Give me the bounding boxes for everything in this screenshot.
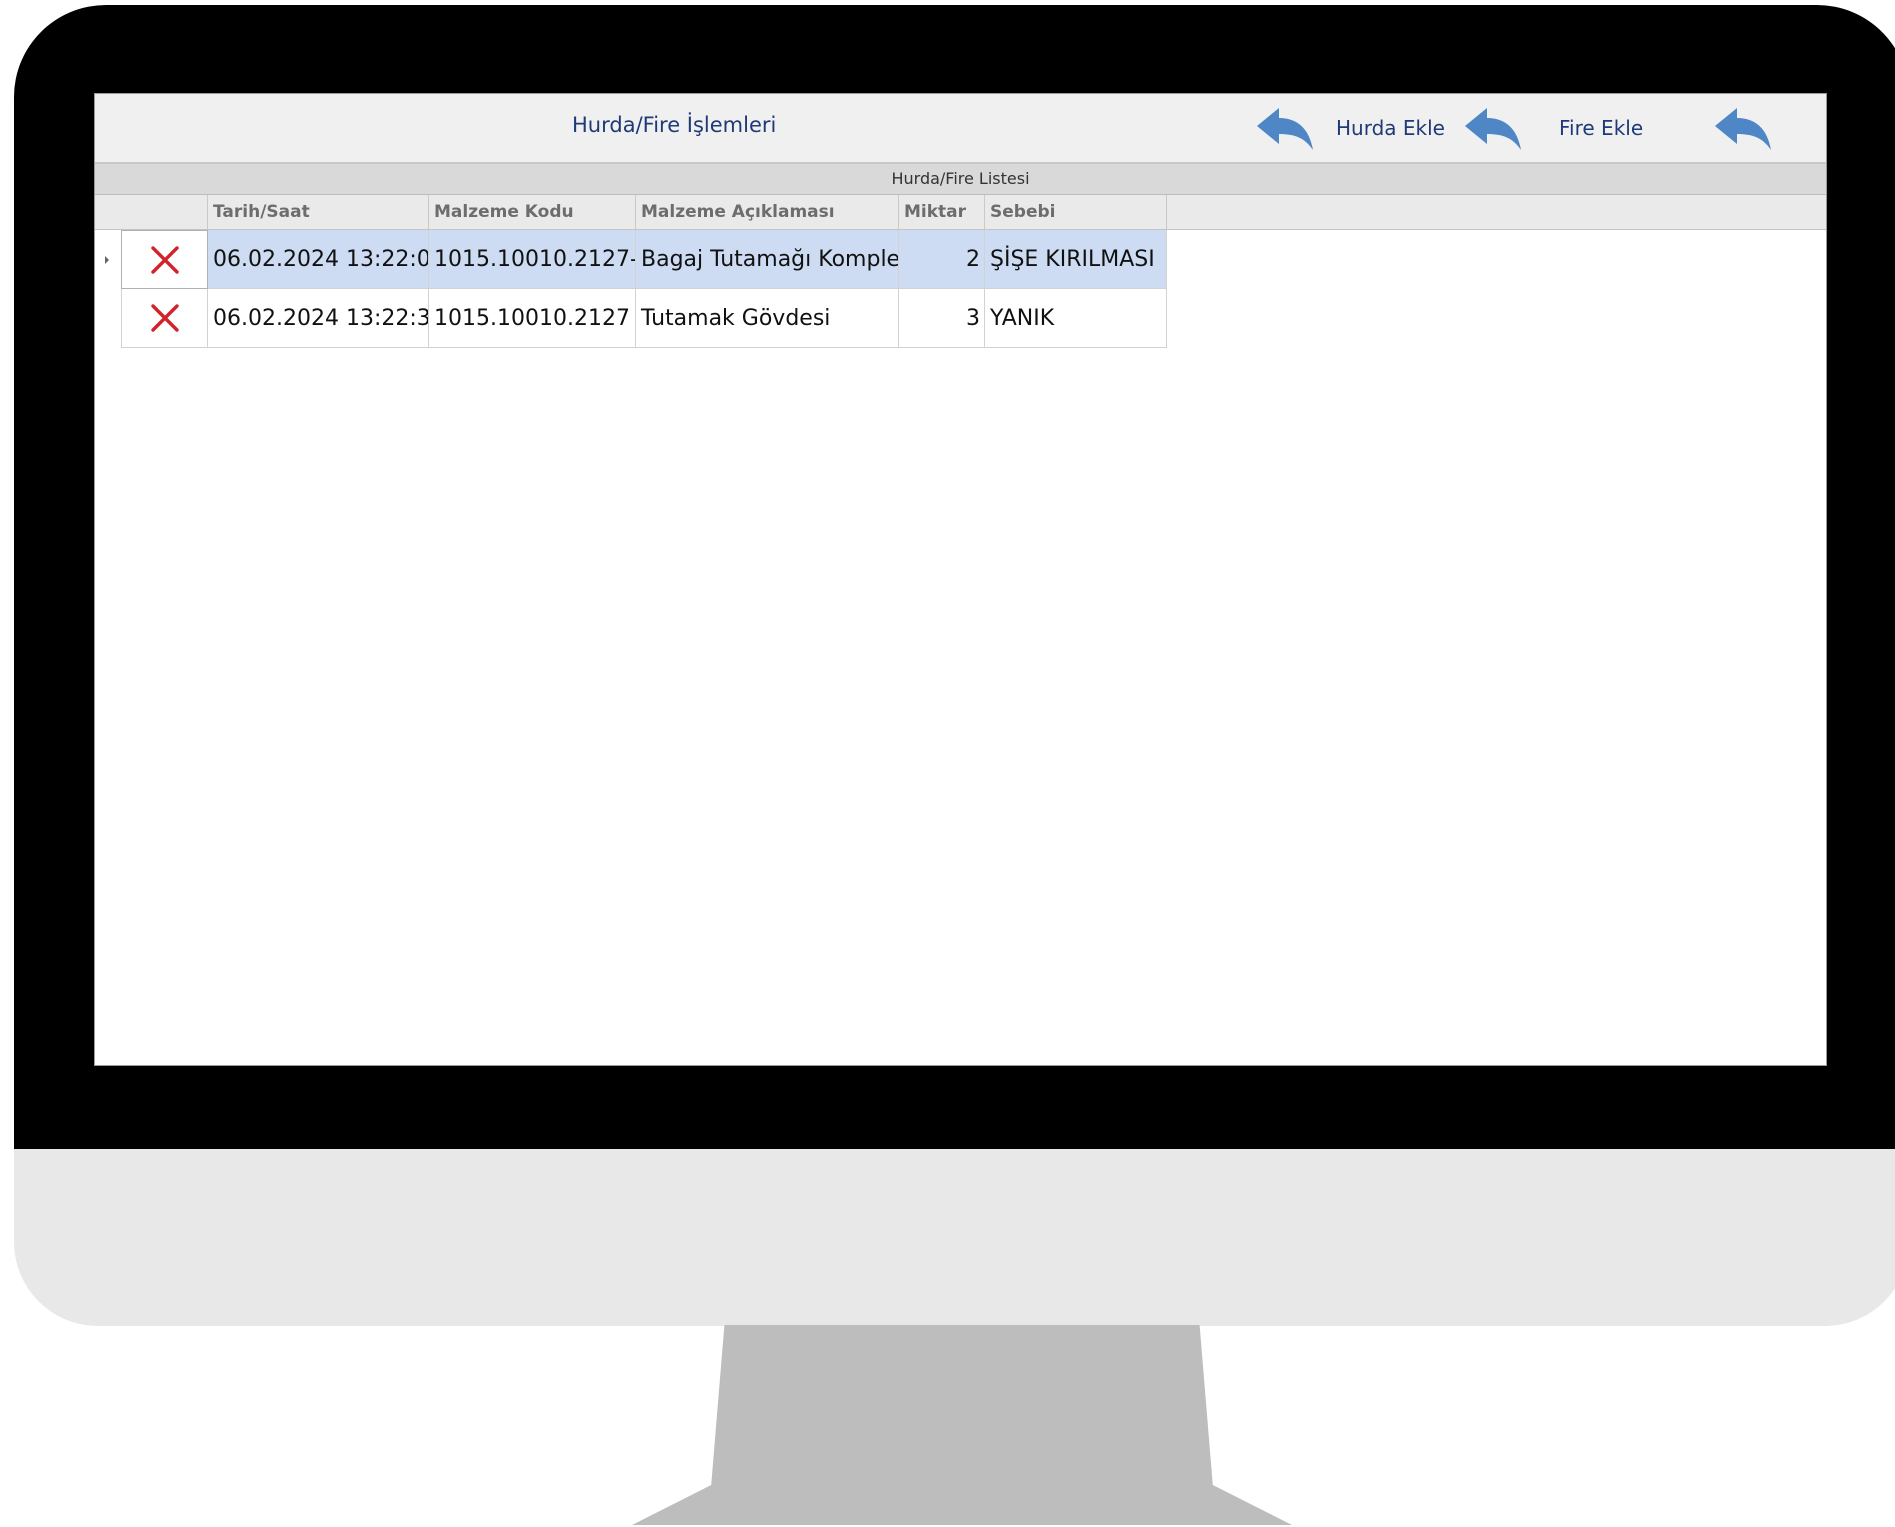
column-header-actions: [121, 195, 208, 229]
undo-arrow-icon[interactable]: [1715, 106, 1771, 152]
app-window: Hurda/Fire İşlemleri Hurda Ekle Fire Ekl…: [94, 93, 1827, 1066]
monitor-chin: [14, 1149, 1895, 1326]
monitor-stand: [632, 1325, 1292, 1525]
hurda-fire-grid: Tarih/Saat Malzeme Kodu Malzeme Açıklama…: [95, 195, 1826, 1065]
delete-button[interactable]: [121, 289, 208, 348]
cell-malzeme-kodu[interactable]: 1015.10010.2127: [429, 289, 636, 348]
grid-header-row: Tarih/Saat Malzeme Kodu Malzeme Açıklama…: [95, 195, 1826, 230]
cell-tarih-saat[interactable]: 06.02.2024 13:22:33: [208, 289, 429, 348]
cell-malzeme-kodu[interactable]: 1015.10010.2127-1: [429, 230, 636, 289]
column-header-tarih-saat[interactable]: Tarih/Saat: [208, 195, 429, 229]
column-header-sebebi[interactable]: Sebebi: [985, 195, 1167, 229]
fire-ekle-button[interactable]: Fire Ekle: [1559, 116, 1643, 140]
cell-sebebi[interactable]: YANIK: [985, 289, 1167, 348]
table-row[interactable]: 06.02.2024 13:22:33 1015.10010.2127 Tuta…: [95, 289, 1826, 348]
grid-group-title: Hurda/Fire Listesi: [95, 164, 1826, 195]
cell-malzeme-aciklamasi[interactable]: Tutamak Gövdesi: [636, 289, 899, 348]
row-indicator-icon: [105, 256, 109, 264]
page-title: Hurda/Fire İşlemleri: [572, 113, 777, 137]
table-row[interactable]: 06.02.2024 13:22:06 1015.10010.2127-1 Ba…: [95, 230, 1826, 289]
undo-arrow-icon[interactable]: [1465, 106, 1521, 152]
column-header-miktar[interactable]: Miktar: [899, 195, 985, 229]
cell-miktar[interactable]: 3: [899, 289, 985, 348]
delete-x-icon[interactable]: [150, 245, 180, 275]
cell-sebebi[interactable]: ŞİŞE KIRILMASI: [985, 230, 1167, 289]
toolbar: Hurda/Fire İşlemleri Hurda Ekle Fire Ekl…: [95, 94, 1826, 164]
undo-arrow-icon[interactable]: [1257, 106, 1313, 152]
cell-tarih-saat[interactable]: 06.02.2024 13:22:06: [208, 230, 429, 289]
cell-malzeme-aciklamasi[interactable]: Bagaj Tutamağı Komple: [636, 230, 899, 289]
delete-button[interactable]: [121, 230, 208, 289]
column-header-malzeme-aciklamasi[interactable]: Malzeme Açıklaması: [636, 195, 899, 229]
hurda-ekle-button[interactable]: Hurda Ekle: [1336, 116, 1445, 140]
delete-x-icon[interactable]: [150, 303, 180, 333]
cell-miktar[interactable]: 2: [899, 230, 985, 289]
column-header-malzeme-kodu[interactable]: Malzeme Kodu: [429, 195, 636, 229]
